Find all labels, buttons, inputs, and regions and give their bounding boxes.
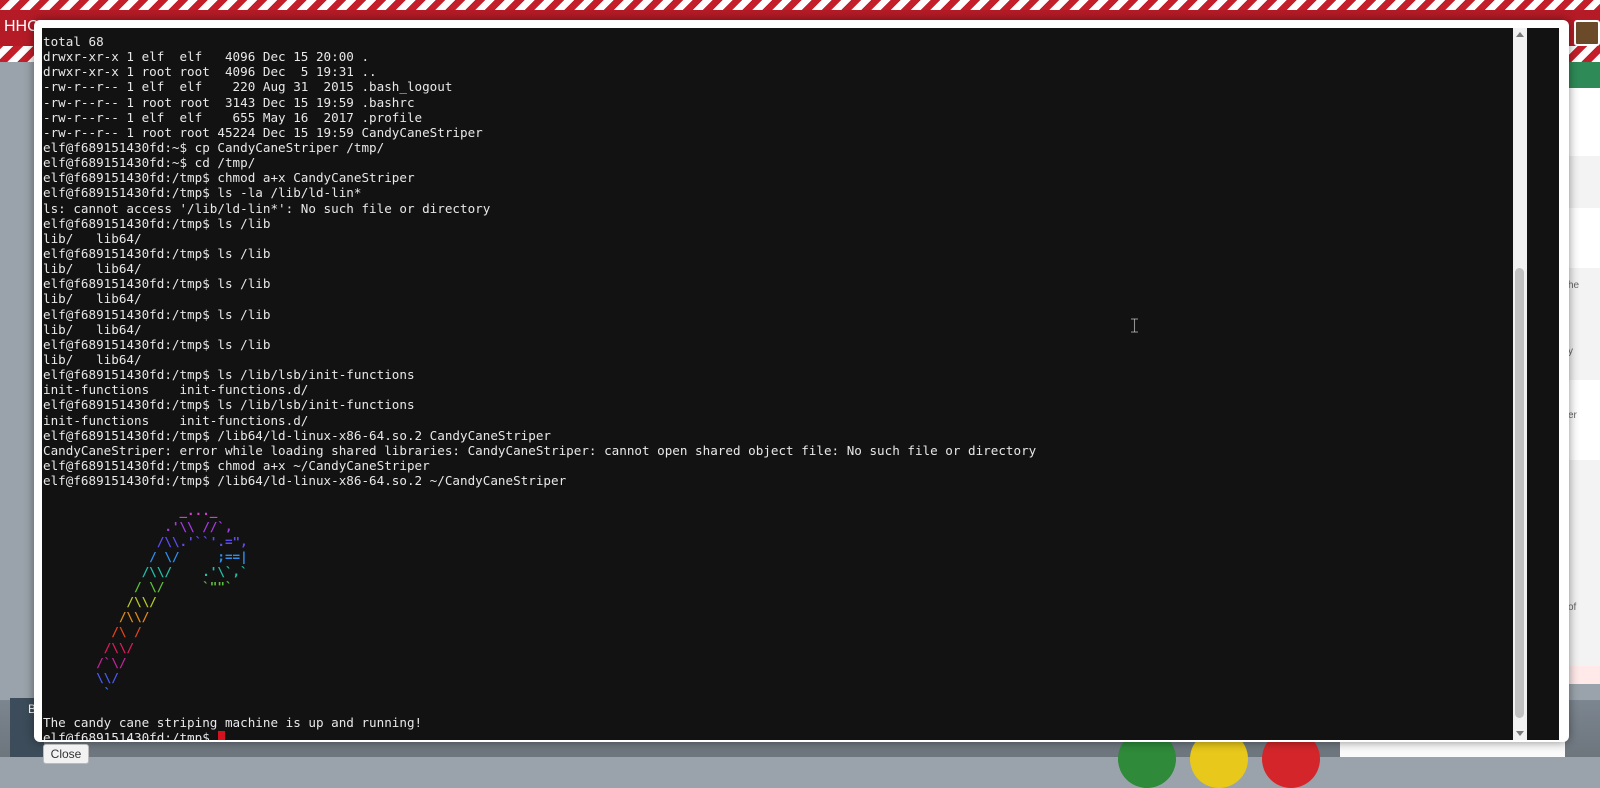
terminal-line: init-functions init-functions.d/ [43,412,309,428]
terminal-line: elf@f689151430fd:/tmp$ ls -la /lib/ld-li… [43,185,362,201]
terminal-line: drwxr-xr-x 1 elf elf 4096 Dec 15 20:00 . [43,49,370,65]
prompt-line[interactable]: elf@f689151430fd:/tmp$ [43,730,1036,740]
scroll-up-arrow-icon[interactable] [1516,32,1524,37]
terminal-line: init-functions init-functions.d/ [43,382,309,398]
terminal-line: lib/ lib64/ [43,230,142,246]
candy-cane-art-line: .'\\ //`, [43,518,233,534]
candy-cane-art-line: / \/ `""` [43,579,233,595]
close-button[interactable]: Close [43,744,89,764]
side-snippet: he [1568,280,1580,291]
terminal-line: elf@f689151430fd:/tmp$ ls /lib [43,215,271,231]
candy-cane-art-line: \\/ [43,669,119,685]
text-ibeam-cursor-icon [1131,318,1138,333]
terminal-line: elf@f689151430fd:/tmp$ ls /lib [43,276,271,292]
terminal-line: elf@f689151430fd:/tmp$ ls /lib/lsb/init-… [43,367,415,383]
prompt-text: elf@f689151430fd:/tmp$ [43,730,218,740]
terminal-line: elf@f689151430fd:/tmp$ chmod a+x ~/Candy… [43,457,430,473]
candy-cane-art-line: / \/ ;==| [43,548,248,564]
terminal-line: elf@f689151430fd:/tmp$ chmod a+x CandyCa… [43,170,415,186]
candy-cane-art-line: ` [43,685,112,701]
terminal-line: ls: cannot access '/lib/ld-lin*': No suc… [43,200,491,216]
terminal-line: lib/ lib64/ [43,351,142,367]
candy-cane-art-line: /\\/ [43,594,157,610]
terminal-line: lib/ lib64/ [43,321,142,337]
terminal-line: elf@f689151430fd:/tmp$ ls /lib/lsb/init-… [43,397,415,413]
terminal-line: elf@f689151430fd:/tmp$ /lib64/ld-linux-x… [43,427,551,443]
terminal-line: lib/ lib64/ [43,261,142,277]
terminal-scrollbar[interactable] [1513,28,1527,740]
terminal-line: -rw-r--r-- 1 root root 3143 Dec 15 19:59… [43,94,415,110]
scroll-down-arrow-icon[interactable] [1516,731,1524,736]
terminal-line: elf@f689151430fd:/tmp$ /lib64/ld-linux-x… [43,473,567,489]
side-snippet: of [1568,602,1577,613]
terminal-line: drwxr-xr-x 1 root root 4096 Dec 5 19:31 … [43,64,377,80]
terminal-modal: total 68 drwxr-xr-x 1 elf elf 4096 Dec 15… [34,20,1569,742]
terminal-line: -rw-r--r-- 1 elf elf 220 Aug 31 2015 .ba… [43,79,453,95]
terminal-line: elf@f689151430fd:/tmp$ ls /lib [43,245,271,261]
side-panel-footer [1565,666,1600,684]
scrollbar-thumb[interactable] [1515,268,1524,718]
background-side-panel: he y er of [1565,88,1600,668]
terminal-line: CandyCaneStriper: error while loading sh… [43,442,1037,458]
terminal-line: elf@f689151430fd:/tmp$ ls /lib [43,306,271,322]
side-snippet: er [1568,410,1577,421]
side-tab[interactable] [1569,62,1600,88]
candy-cane-art-line: /\\.'``'.=", [43,533,248,549]
user-avatar[interactable] [1574,20,1600,46]
candy-cane-art-line: _..._ [43,503,218,519]
status-message: The candy cane striping machine is up an… [43,715,423,731]
terminal-line: elf@f689151430fd:/tmp$ ls /lib [43,336,271,352]
text-cursor [218,731,226,740]
terminal-window[interactable]: total 68 drwxr-xr-x 1 elf elf 4096 Dec 15… [42,28,1559,740]
terminal-line: -rw-r--r-- 1 elf elf 655 May 16 2017 .pr… [43,109,423,125]
candy-cane-art-line: /`\/ [43,654,127,670]
terminal-output: total 68 drwxr-xr-x 1 elf elf 4096 Dec 15… [43,34,1036,740]
terminal-line: elf@f689151430fd:~$ cd /tmp/ [43,155,256,171]
candy-cane-art-line: /\ / [43,624,142,640]
terminal-line: -rw-r--r-- 1 root root 45224 Dec 15 19:5… [43,124,483,140]
terminal-line: lib/ lib64/ [43,291,142,307]
background-strip [1340,740,1565,757]
candy-cane-art-line: /\\/ [43,609,150,625]
candy-cane-art-line: /\\/ .'\`,` [43,563,248,579]
terminal-line: elf@f689151430fd:~$ cp CandyCaneStriper … [43,139,385,155]
terminal-line: total 68 [43,34,104,49]
candy-cane-art-line: /\\/ [43,639,134,655]
